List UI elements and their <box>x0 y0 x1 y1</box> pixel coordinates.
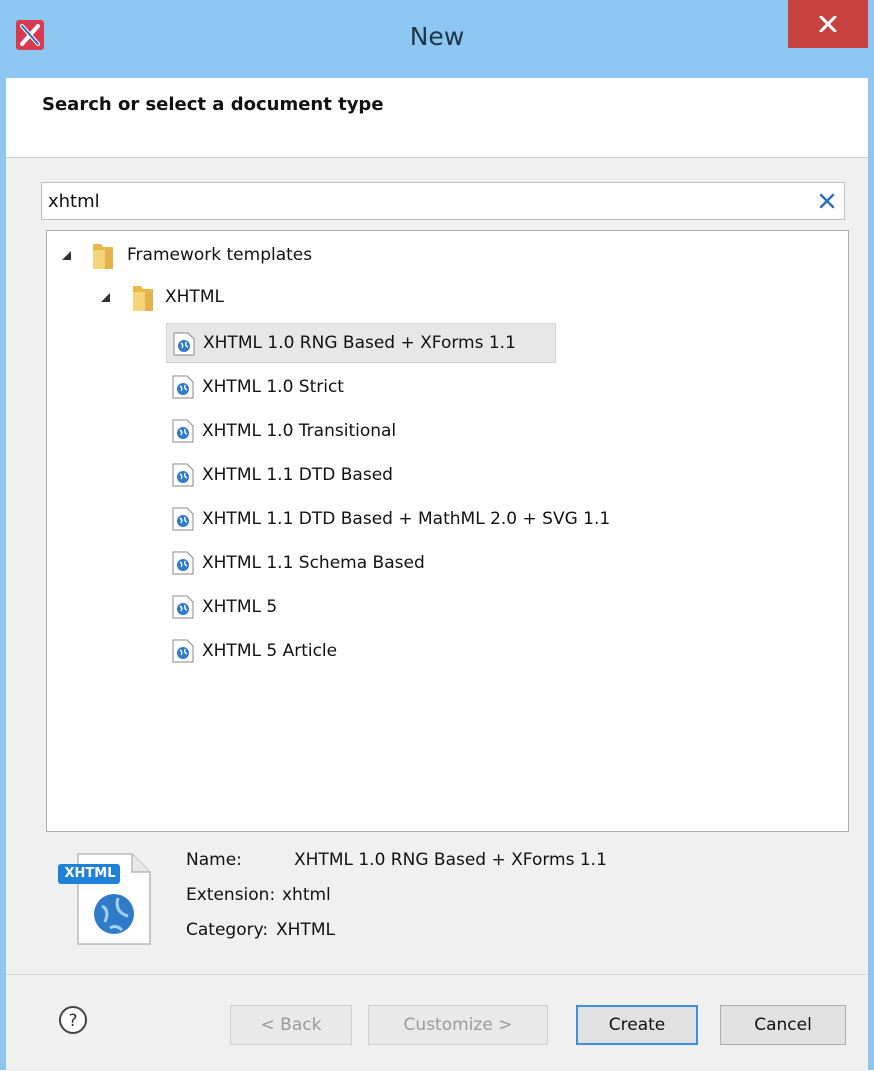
tree-node-xhtml[interactable]: XHTML <box>47 279 447 315</box>
back-button[interactable]: < Back <box>230 1005 352 1045</box>
search-input[interactable] <box>48 187 798 215</box>
category-label: Category: <box>186 920 269 940</box>
xhtml-file-icon <box>172 595 194 619</box>
dialog-footer: ? < Back Customize > Create Cancel <box>6 974 868 1071</box>
template-item-label: XHTML 5 <box>202 597 278 617</box>
name-label: Name: <box>186 850 242 870</box>
header-title: Search or select a document type <box>42 94 384 115</box>
xhtml-file-icon <box>172 507 194 531</box>
template-item-label: XHTML 1.0 Strict <box>202 377 344 397</box>
template-item-label: XHTML 5 Article <box>202 641 338 661</box>
expand-triangle-icon[interactable] <box>100 292 111 303</box>
xhtml-file-icon <box>172 375 194 399</box>
template-item[interactable]: XHTML 1.0 RNG Based + XForms 1.1 <box>166 323 556 363</box>
customize-button[interactable]: Customize > <box>368 1005 548 1045</box>
template-item-label: XHTML 1.1 DTD Based <box>202 465 393 485</box>
template-details: XHTML Name: XHTML 1.0 RNG Based + XForms… <box>50 840 830 960</box>
xhtml-file-icon <box>172 419 194 443</box>
expand-triangle-icon[interactable] <box>61 250 72 261</box>
template-item-label: XHTML 1.1 Schema Based <box>202 553 425 573</box>
help-icon[interactable]: ? <box>58 1005 88 1035</box>
svg-text:?: ? <box>68 1011 77 1031</box>
search-box <box>41 182 845 220</box>
template-item-label: XHTML 1.0 RNG Based + XForms 1.1 <box>203 333 516 353</box>
window-title: New <box>409 22 465 51</box>
close-button[interactable] <box>788 0 868 48</box>
folder-icon <box>133 286 153 311</box>
template-tree[interactable]: Framework templates XHTML XHTML 1.0 RNG … <box>46 230 849 832</box>
dialog-header: Search or select a document type <box>6 78 868 158</box>
new-dialog: New Search or select a document type xht… <box>0 0 874 1071</box>
title-bar: New <box>0 0 874 78</box>
template-item[interactable]: XHTML 5 Article <box>166 631 556 671</box>
template-item-label: XHTML 1.0 Transitional <box>202 421 397 441</box>
template-item[interactable]: XHTML 5 <box>166 587 556 627</box>
xhtml-file-icon <box>172 551 194 575</box>
cancel-button[interactable]: Cancel <box>720 1005 846 1045</box>
tree-node-framework-templates[interactable]: Framework templates <box>47 237 447 273</box>
category-value: XHTML <box>276 920 335 940</box>
close-icon <box>819 16 837 32</box>
template-item[interactable]: XHTML 1.1 Schema Based <box>166 543 556 583</box>
create-button[interactable]: Create <box>576 1005 698 1045</box>
dialog-content: Framework templates XHTML <box>6 158 868 1071</box>
xhtml-file-icon <box>172 463 194 487</box>
xhtml-badge-text: XHTML <box>64 866 116 881</box>
folder-icon <box>93 244 113 269</box>
template-item[interactable]: XHTML 1.0 Strict <box>166 367 556 407</box>
name-value: XHTML 1.0 RNG Based + XForms 1.1 <box>294 850 607 870</box>
template-item[interactable]: XHTML 1.1 DTD Based <box>166 455 556 495</box>
template-item[interactable]: XHTML 1.1 DTD Based + MathML 2.0 + SVG 1… <box>166 499 686 539</box>
tree-node-label: Framework templates <box>127 245 313 265</box>
extension-label: Extension: <box>186 885 276 905</box>
xhtml-file-icon <box>173 332 195 356</box>
tree-node-label: XHTML <box>165 287 224 307</box>
xhtml-file-icon <box>172 639 194 663</box>
clear-search-icon[interactable] <box>818 192 836 210</box>
xhtml-document-icon: XHTML <box>58 850 154 946</box>
extension-value: xhtml <box>282 885 331 905</box>
template-item-label: XHTML 1.1 DTD Based + MathML 2.0 + SVG 1… <box>202 509 611 529</box>
template-item[interactable]: XHTML 1.0 Transitional <box>166 411 556 451</box>
